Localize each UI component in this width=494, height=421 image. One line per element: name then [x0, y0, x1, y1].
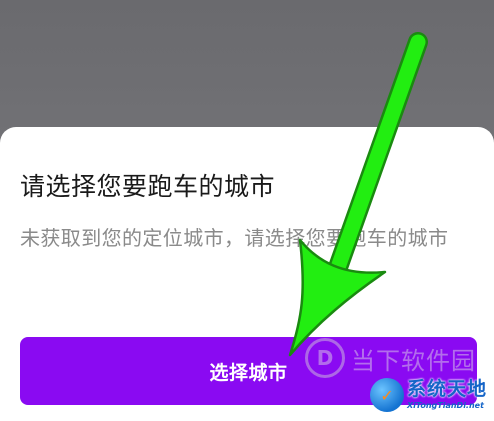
city-selection-bottom-sheet: 请选择您要跑车的城市 未获取到您的定位城市，请选择您要跑车的城市 选择城市	[0, 127, 494, 421]
dialog-message: 未获取到您的定位城市，请选择您要跑车的城市	[20, 226, 449, 250]
dialog-title: 请选择您要跑车的城市	[20, 172, 276, 201]
select-city-button[interactable]: 选择城市	[20, 337, 477, 405]
